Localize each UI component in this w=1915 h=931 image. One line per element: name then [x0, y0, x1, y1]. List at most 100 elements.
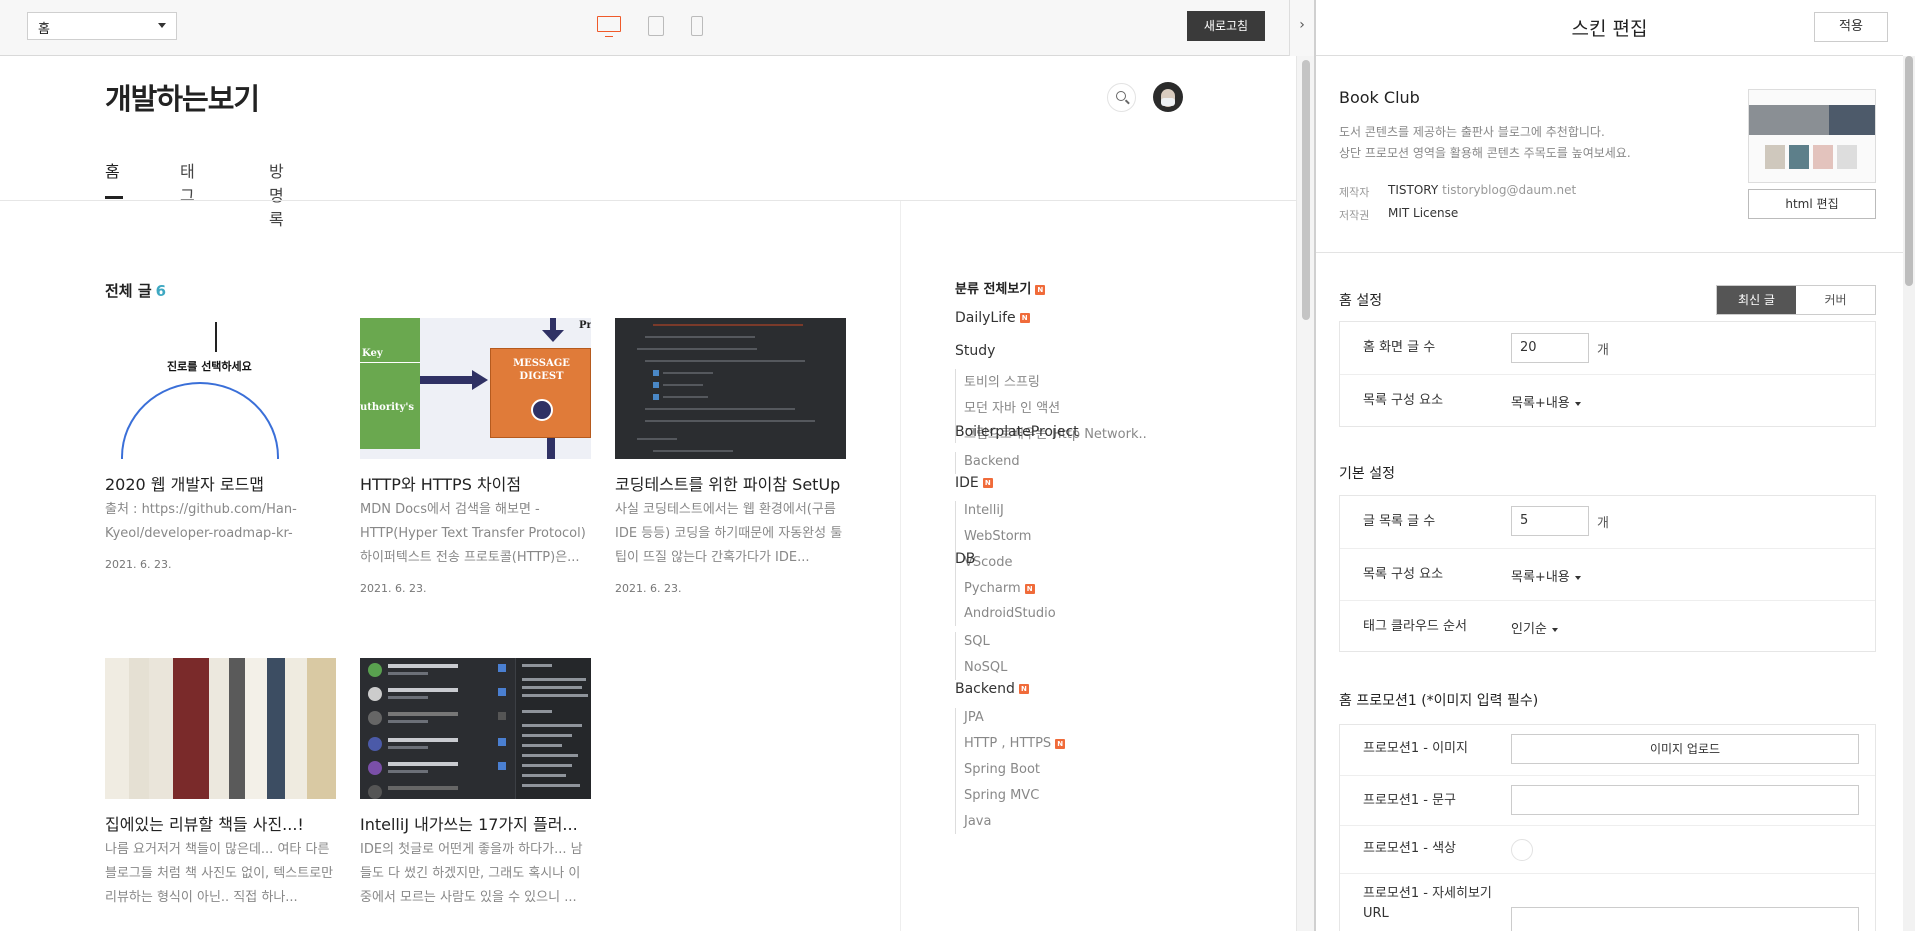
- scrollbar-thumb[interactable]: [1302, 60, 1310, 320]
- subcategory-item[interactable]: IntelliJ: [964, 503, 1004, 518]
- category-item[interactable]: Study: [955, 343, 995, 359]
- subcategory-item[interactable]: 모던 자바 인 액션: [964, 397, 1060, 416]
- scrollbar-thumb[interactable]: [1905, 56, 1913, 286]
- thumb-shape: [388, 696, 428, 699]
- thumb-shape: [498, 738, 506, 746]
- subcategory-item[interactable]: NoSQL: [964, 660, 1007, 675]
- html-edit-button[interactable]: html 편집: [1748, 189, 1876, 219]
- thumb-shape: [522, 734, 572, 737]
- toggle-latest[interactable]: 최신 글: [1717, 286, 1796, 314]
- all-posts-count: 6: [155, 282, 167, 300]
- post-title[interactable]: 2020 웹 개발자 로드맵: [105, 471, 345, 495]
- subcategory-item[interactable]: AndroidStudio: [964, 606, 1056, 621]
- subcategory-label: 모던 자바 인 액션: [964, 401, 1061, 416]
- thumb-shape: [522, 784, 580, 787]
- subcategory-item[interactable]: Java: [964, 814, 991, 829]
- apply-button[interactable]: 적용: [1814, 12, 1888, 42]
- promo-text-input[interactable]: [1511, 785, 1859, 815]
- category-tree-line: [955, 708, 956, 834]
- nav-guestbook[interactable]: 방명록: [269, 158, 284, 230]
- chevron-down-icon: [1574, 401, 1581, 406]
- subcategory-item[interactable]: 토비의 스프링: [964, 371, 1040, 390]
- post-card[interactable]: IntelliJ 내가쓰는 17가지 플러... IDE의 첫글로 어떤게 좋을…: [360, 658, 591, 905]
- avatar[interactable]: [1153, 82, 1183, 112]
- post-title[interactable]: HTTP와 HTTPS 차이점: [360, 471, 600, 495]
- thumb-shape: [645, 360, 805, 362]
- subcategory-item[interactable]: Spring Boot: [964, 762, 1040, 777]
- post-card[interactable]: 진로를 선택하세요 2020 웹 개발자 로드맵 출처 : https://gi…: [105, 318, 336, 571]
- post-title[interactable]: IntelliJ 내가쓰는 17가지 플러...: [360, 811, 600, 835]
- refresh-button[interactable]: 새로고침: [1187, 11, 1265, 41]
- post-card[interactable]: Key uthority's MESSAGE DIGEST Pr HTTP와 HT…: [360, 318, 591, 595]
- thumb-shape: [653, 324, 803, 326]
- select-value: 목록+내용: [1511, 570, 1570, 585]
- category-item[interactable]: Backend N: [955, 681, 1029, 697]
- promo-url-input[interactable]: [1511, 907, 1859, 931]
- subcategory-item[interactable]: WebStorm: [964, 529, 1031, 544]
- thumb-shape: [368, 785, 382, 799]
- subcategory-item[interactable]: HTTP , HTTPS N: [964, 736, 1066, 751]
- post-thumbnail[interactable]: [105, 658, 336, 799]
- thumb-shape: [653, 370, 659, 376]
- category-all[interactable]: 분류 전체보기 N: [955, 278, 1046, 297]
- thumb-shape: [368, 737, 382, 751]
- tablet-icon[interactable]: [648, 16, 664, 36]
- collapse-panel-button[interactable]: ›: [1289, 0, 1314, 56]
- post-thumbnail[interactable]: [615, 318, 846, 459]
- home-list-elem-select[interactable]: 목록+내용: [1511, 392, 1581, 411]
- thumb-shape: [498, 688, 506, 696]
- subcategory-item[interactable]: Spring MVC: [964, 788, 1039, 803]
- thumb-shape: [498, 762, 506, 770]
- thumb-shape: [368, 782, 498, 799]
- category-item[interactable]: DB: [955, 551, 975, 567]
- list-count-input[interactable]: 5: [1511, 506, 1589, 536]
- chevron-down-icon: [1574, 575, 1581, 580]
- subcategory-item[interactable]: Backend: [964, 454, 1020, 469]
- desktop-icon[interactable]: [597, 16, 621, 37]
- post-thumbnail[interactable]: 진로를 선택하세요: [105, 318, 336, 459]
- color-picker[interactable]: [1511, 839, 1533, 861]
- category-item[interactable]: IDE N: [955, 475, 993, 491]
- post-title[interactable]: 집에있는 리뷰할 책들 사진...!: [105, 811, 345, 835]
- subcategory-item[interactable]: JPA: [964, 710, 984, 725]
- thumb-shape: [542, 330, 564, 342]
- tag-order-select[interactable]: 인기순: [1511, 618, 1558, 637]
- subcategory-item[interactable]: SQL: [964, 634, 990, 649]
- thumb-text: 진로를 선택하세요: [167, 360, 252, 373]
- thumb-shape: [663, 396, 708, 398]
- all-posts-heading: 전체 글6: [105, 280, 166, 301]
- blog-title[interactable]: 개발하는보기: [105, 76, 260, 118]
- mobile-icon[interactable]: [691, 16, 703, 36]
- search-button[interactable]: [1107, 83, 1136, 112]
- license-value: MIT License: [1388, 206, 1459, 220]
- category-item[interactable]: BoilerplateProject: [955, 424, 1079, 440]
- category-label: 분류 전체보기: [955, 282, 1032, 297]
- new-badge: N: [1024, 583, 1035, 594]
- post-thumbnail[interactable]: [360, 658, 591, 799]
- post-thumbnail[interactable]: Key uthority's MESSAGE DIGEST Pr: [360, 318, 591, 459]
- home-post-count-input[interactable]: 20: [1511, 333, 1589, 363]
- nav-home[interactable]: 홈: [105, 158, 120, 182]
- thumb-shape: [522, 678, 586, 681]
- page-select[interactable]: 홈: [27, 12, 177, 40]
- skin-description: 도서 콘텐츠를 제공하는 출판사 블로그에 추천합니다. 상단 프로모션 영역을…: [1339, 122, 1669, 164]
- basic-list-elem-select[interactable]: 목록+내용: [1511, 566, 1581, 585]
- toggle-cover[interactable]: 커버: [1796, 286, 1875, 314]
- post-card[interactable]: 코딩테스트를 위한 파이참 SetUp 사실 코딩테스트에서는 웹 환경에서(구…: [615, 318, 846, 595]
- panel-scrollbar[interactable]: [1903, 56, 1915, 931]
- nav-tag[interactable]: 태그: [180, 158, 195, 206]
- post-title[interactable]: 코딩테스트를 위한 파이참 SetUp: [615, 471, 855, 495]
- category-item[interactable]: DailyLife N: [955, 310, 1030, 326]
- post-summary: 나름 요거저거 책들이 많은데... 여타 다른 블로그들 처럼 책 사진도 없…: [105, 842, 334, 905]
- thumb-shape: [368, 734, 506, 756]
- subcategory-item[interactable]: Pycharm N: [964, 581, 1035, 596]
- category-tree-line: [955, 632, 956, 680]
- post-summary: 사실 코딩테스트에서는 웹 환경에서(구름IDE 등등) 코딩을 하기때문에 자…: [615, 502, 843, 565]
- subcategory-label: Spring MVC: [964, 788, 1040, 803]
- category-label: BoilerplateProject: [955, 424, 1079, 440]
- preview-scrollbar[interactable]: [1296, 56, 1314, 931]
- thumb-shape: [121, 382, 279, 459]
- post-card[interactable]: 집에있는 리뷰할 책들 사진...! 나름 요거저거 책들이 많은데... 여타…: [105, 658, 336, 905]
- thumb-shape: [388, 770, 428, 773]
- image-upload-button[interactable]: 이미지 업로드: [1511, 734, 1859, 764]
